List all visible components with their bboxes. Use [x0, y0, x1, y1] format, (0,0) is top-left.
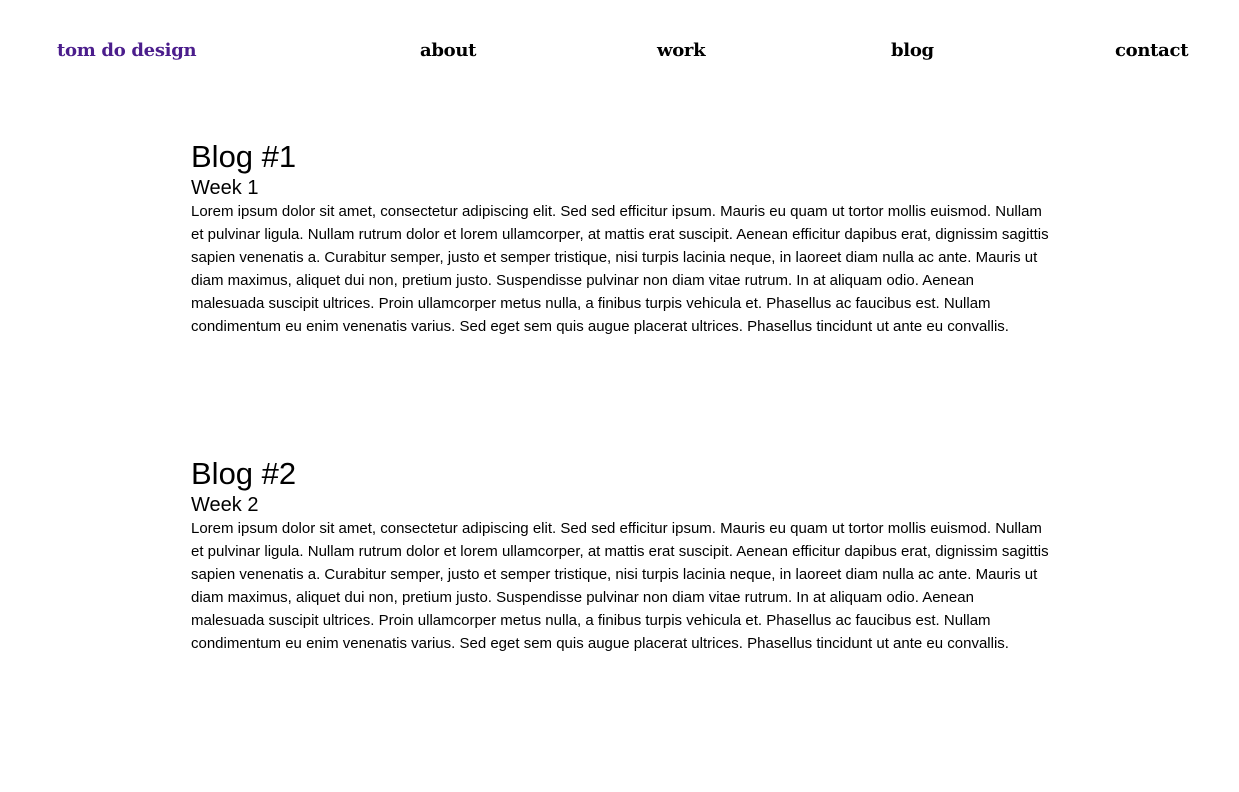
- post-subtitle: Week 2: [191, 494, 259, 516]
- nav-link-contact[interactable]: contact: [1115, 40, 1189, 61]
- nav-link-about[interactable]: about: [420, 40, 476, 61]
- nav-link-blog[interactable]: blog: [891, 40, 934, 61]
- post-subtitle: Week 1: [191, 177, 259, 199]
- post-title: Blog #1: [191, 139, 297, 174]
- post-title: Blog #2: [191, 456, 297, 491]
- blog-post: Blog #2 Week 2 Lorem ipsum dolor sit ame…: [191, 455, 1051, 655]
- nav-link-work[interactable]: work: [657, 40, 706, 61]
- post-body: Lorem ipsum dolor sit amet, consectetur …: [191, 203, 1049, 335]
- blog-post: Blog #1 Week 1 Lorem ipsum dolor sit ame…: [191, 138, 1051, 338]
- top-nav: tom do design about work blog contact: [0, 40, 1239, 68]
- post-body: Lorem ipsum dolor sit amet, consectetur …: [191, 520, 1049, 652]
- site-logo-link[interactable]: tom do design: [57, 40, 197, 61]
